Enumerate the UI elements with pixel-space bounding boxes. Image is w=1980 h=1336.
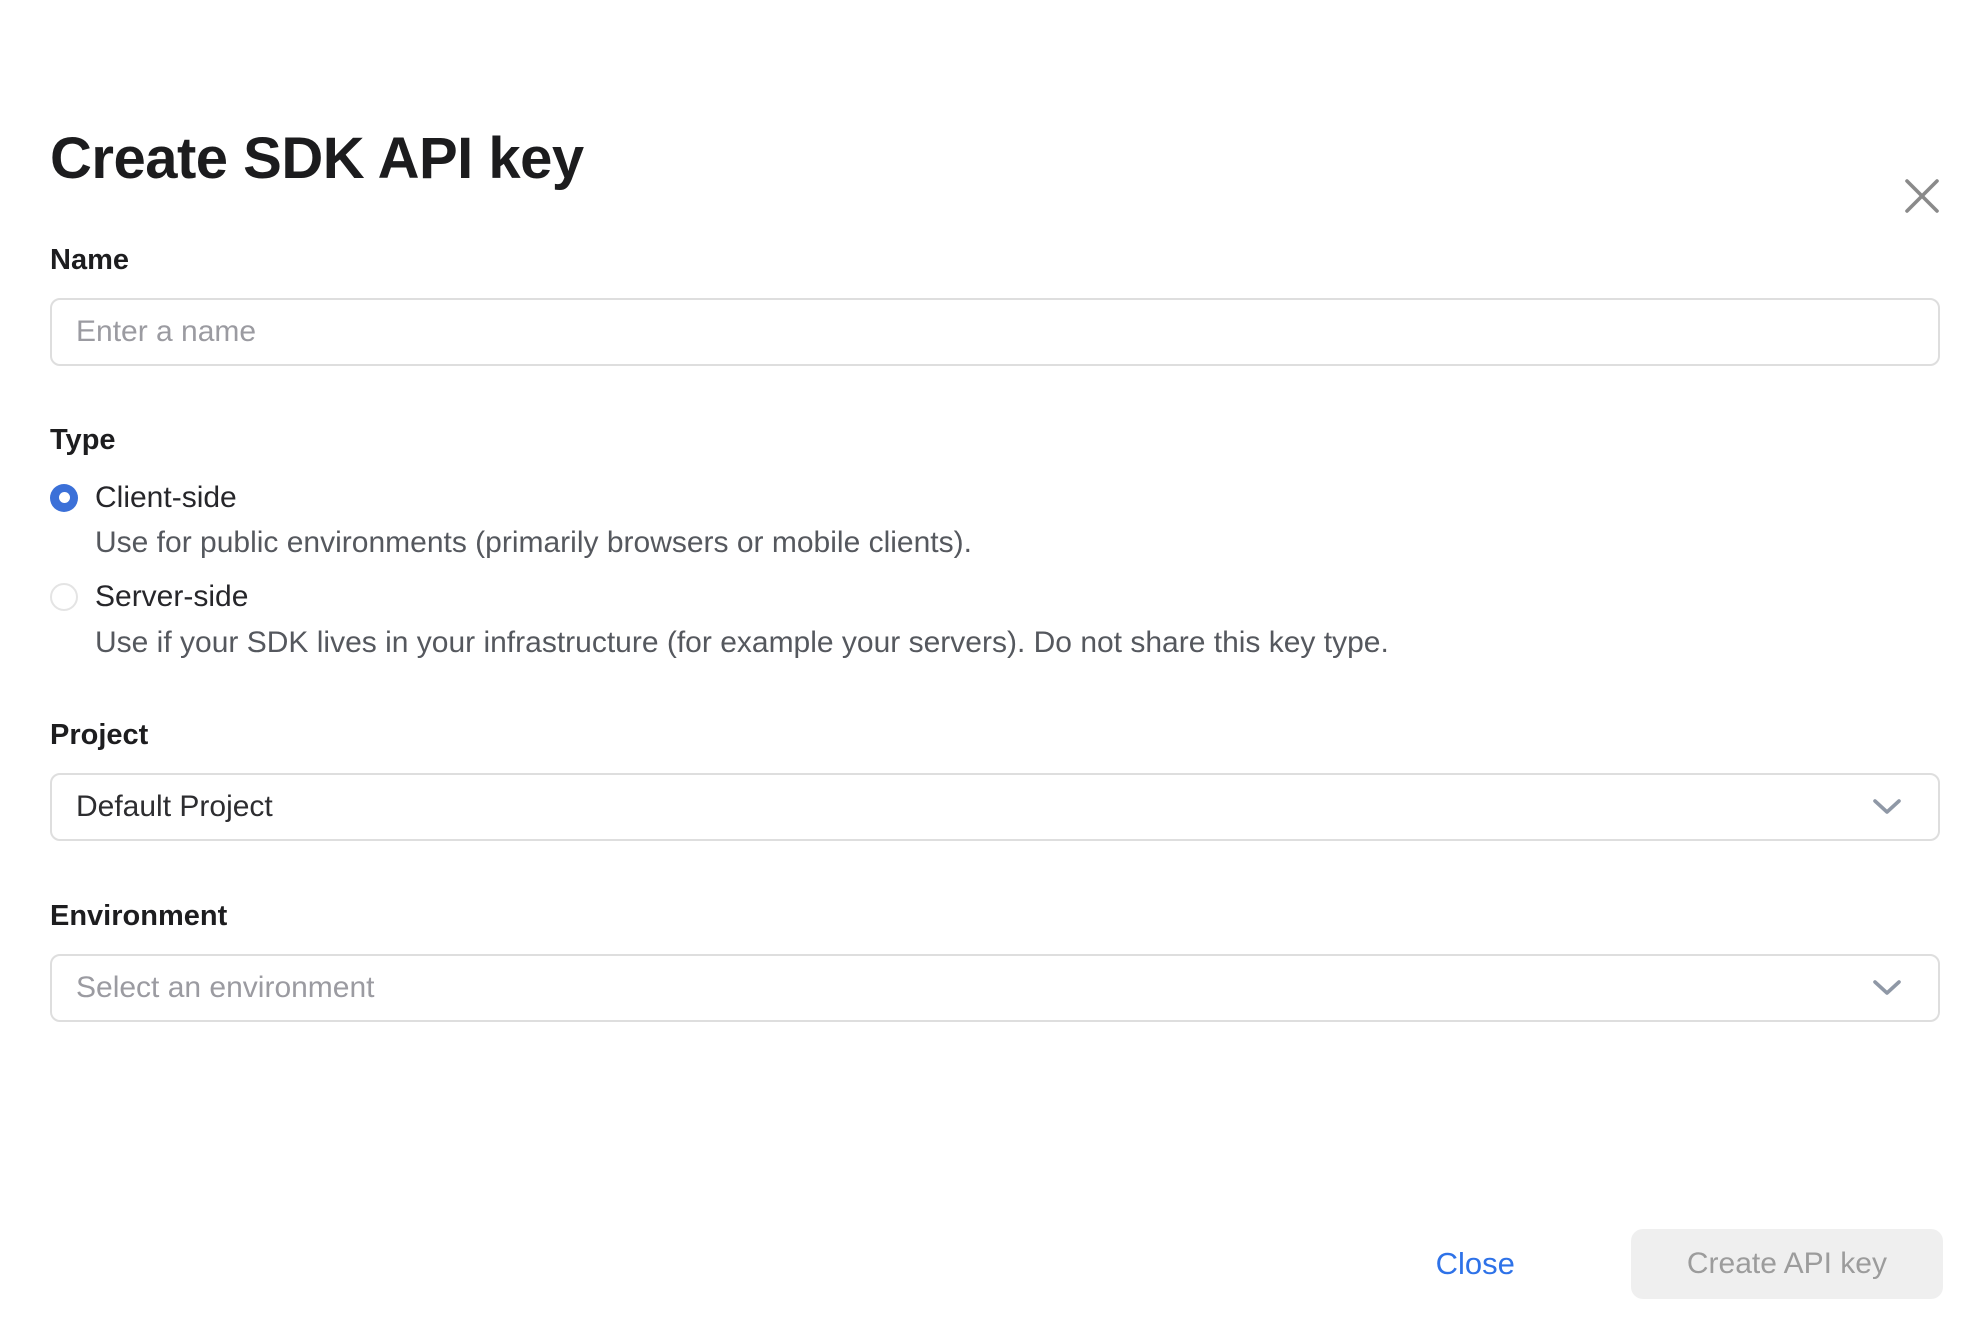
name-label: Name (50, 241, 1940, 279)
project-label: Project (50, 716, 1940, 754)
radio-unselected-icon[interactable] (50, 583, 78, 611)
chevron-down-icon (1872, 798, 1902, 816)
dialog-title: Create SDK API key (50, 126, 1940, 193)
radio-option-client-side[interactable]: Client-side (50, 479, 1940, 517)
radio-option-server-side[interactable]: Server-side (50, 578, 1940, 616)
environment-select[interactable]: Select an environment (50, 954, 1940, 1022)
radio-selected-icon[interactable] (50, 484, 78, 512)
name-input[interactable] (50, 298, 1940, 366)
close-button[interactable] (1900, 174, 1944, 218)
radio-option-description: Use if your SDK lives in your infrastruc… (50, 623, 1940, 662)
environment-label: Environment (50, 897, 1940, 935)
create-api-key-button[interactable]: Create API key (1631, 1229, 1943, 1299)
environment-select-placeholder: Select an environment (76, 971, 375, 1005)
radio-option-description: Use for public environments (primarily b… (50, 523, 1940, 562)
radio-option-label: Server-side (95, 578, 248, 616)
dialog-footer: Close Create API key (1436, 1229, 1943, 1299)
create-sdk-api-key-dialog: Create SDK API key Name Type Client-side… (0, 126, 1980, 1336)
x-icon (1903, 177, 1941, 215)
close-text-button[interactable]: Close (1436, 1246, 1515, 1282)
type-label: Type (50, 421, 1940, 459)
radio-option-label: Client-side (95, 479, 237, 517)
project-select[interactable]: Default Project (50, 773, 1940, 841)
project-select-value: Default Project (76, 790, 273, 824)
chevron-down-icon (1872, 979, 1902, 997)
